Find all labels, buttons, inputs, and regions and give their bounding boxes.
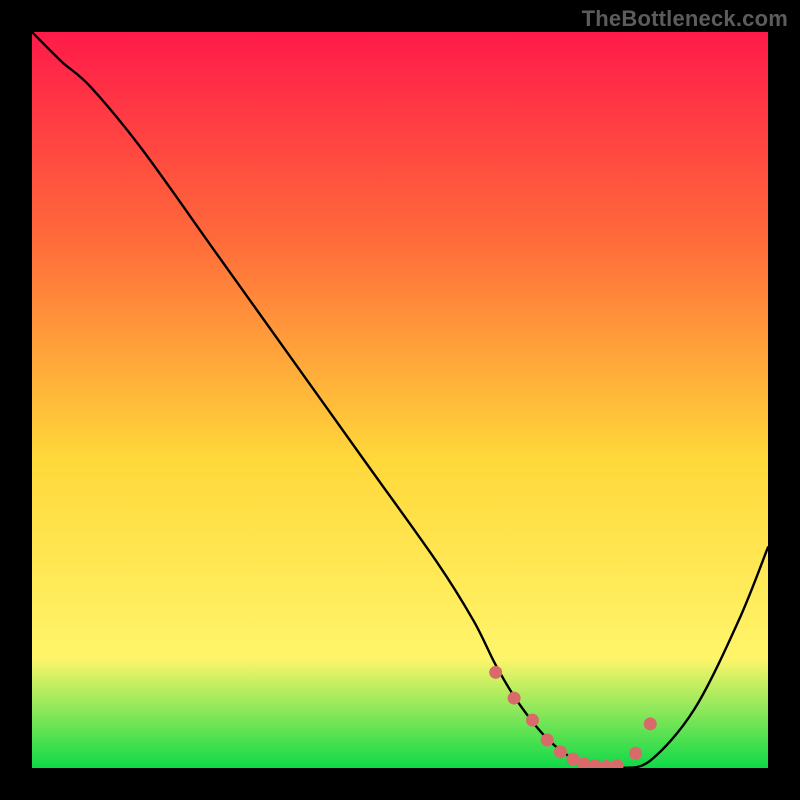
marker-dot [644, 717, 657, 730]
optimal-range-markers [489, 666, 657, 768]
marker-dot [629, 747, 642, 760]
chart-container: TheBottleneck.com [0, 0, 800, 800]
marker-dot [489, 666, 502, 679]
marker-dot [526, 714, 539, 727]
marker-dot [611, 759, 624, 768]
marker-dot [600, 760, 613, 768]
marker-dot [554, 745, 567, 758]
watermark-text: TheBottleneck.com [582, 6, 788, 32]
marker-dot [541, 734, 554, 747]
bottleneck-curve [32, 32, 768, 768]
marker-dot [508, 692, 521, 705]
marker-dot [578, 757, 591, 768]
plot-area [32, 32, 768, 768]
chart-svg [32, 32, 768, 768]
